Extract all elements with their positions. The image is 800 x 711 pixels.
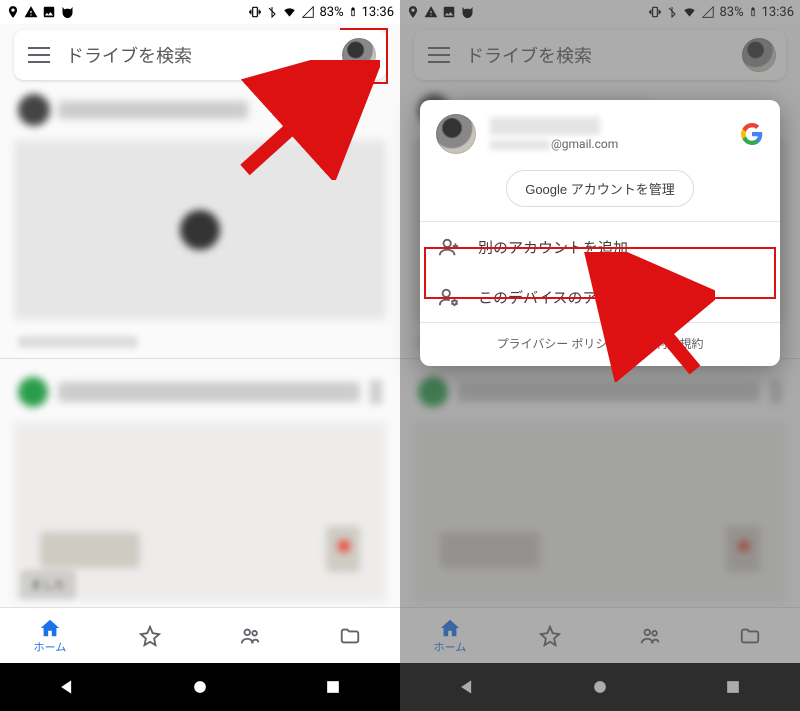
person-settings-icon — [438, 286, 460, 308]
blurred-row — [18, 94, 248, 126]
android-back-button[interactable] — [457, 677, 477, 697]
person-add-icon — [438, 236, 460, 258]
account-avatar[interactable] — [742, 38, 776, 72]
separator-dot: ・ — [631, 335, 643, 352]
cat-icon — [60, 5, 75, 20]
android-nav-bar — [400, 663, 800, 711]
android-status-bar: 83% 13:36 — [0, 0, 400, 24]
bluetooth-icon — [666, 5, 678, 19]
blurred-card — [414, 422, 786, 602]
menu-icon[interactable] — [28, 47, 50, 63]
manage-device-accounts-label: このデバイスのアカウントを管理 — [478, 287, 703, 308]
battery-percent: 83% — [719, 5, 743, 20]
android-home-button[interactable] — [190, 677, 210, 697]
location-icon — [6, 5, 20, 19]
account-switcher-popup: @gmail.com Google アカウントを管理 別のアカウントを追加 この… — [420, 100, 780, 366]
search-input[interactable]: ドライブを検索 — [466, 42, 742, 68]
android-nav-bar — [0, 663, 400, 711]
nav-tab-shared[interactable] — [600, 625, 700, 647]
google-logo-icon — [740, 122, 764, 146]
manage-google-account-button[interactable]: Google アカウントを管理 — [506, 170, 694, 207]
terms-link[interactable]: 利用規約 — [655, 335, 703, 352]
status-left-icons — [406, 5, 475, 20]
privacy-policy-link[interactable]: プライバシー ポリシー — [497, 335, 620, 352]
battery-percent: 83% — [319, 5, 343, 20]
blurred-text — [18, 336, 138, 348]
nav-tab-shared[interactable] — [200, 625, 300, 647]
warning-icon — [24, 5, 38, 19]
image-icon — [42, 5, 56, 19]
email-domain: @gmail.com — [551, 137, 618, 151]
blurred-row — [418, 374, 782, 410]
blurred-card — [14, 140, 386, 320]
nav-tab-home[interactable]: ホーム — [400, 617, 500, 655]
bottom-nav-bar: ホーム — [0, 607, 400, 663]
bluetooth-icon — [266, 5, 278, 19]
menu-icon[interactable] — [428, 47, 450, 63]
account-email: @gmail.com — [490, 137, 726, 151]
location-icon — [406, 5, 420, 19]
nav-tab-starred[interactable] — [500, 625, 600, 647]
drive-home-content: ました — [0, 86, 400, 607]
popup-current-account[interactable]: @gmail.com — [420, 100, 780, 164]
add-another-account-item[interactable]: 別のアカウントを追加 — [420, 222, 780, 272]
android-back-button[interactable] — [57, 677, 77, 697]
wifi-icon — [682, 5, 697, 19]
wifi-icon — [282, 5, 297, 19]
popup-footer-links: プライバシー ポリシー ・ 利用規約 — [420, 323, 780, 360]
account-avatar — [436, 114, 476, 154]
search-appbar: ドライブを検索 — [414, 30, 786, 80]
search-appbar: ドライブを検索 — [14, 30, 386, 80]
account-avatar[interactable] — [342, 38, 376, 72]
battery-icon — [748, 4, 758, 20]
nav-tab-home[interactable]: ホーム — [0, 617, 100, 655]
clock: 13:36 — [362, 5, 394, 20]
clock: 13:36 — [762, 5, 794, 20]
search-input[interactable]: ドライブを検索 — [66, 42, 342, 68]
android-overview-button[interactable] — [723, 677, 743, 697]
bottom-nav-bar: ホーム — [400, 607, 800, 663]
blurred-row — [18, 374, 382, 410]
cat-icon — [460, 5, 475, 20]
android-overview-button[interactable] — [323, 677, 343, 697]
battery-icon — [348, 4, 358, 20]
nav-tab-files[interactable] — [700, 625, 800, 647]
android-status-bar: 83% 13:36 — [400, 0, 800, 24]
snackbar: ました — [20, 570, 76, 599]
manage-device-accounts-item[interactable]: このデバイスのアカウントを管理 — [420, 272, 780, 322]
email-local-blurred — [490, 140, 550, 150]
signal-icon — [301, 5, 315, 19]
status-right-icons: 83% 13:36 — [248, 4, 394, 20]
nav-tab-starred[interactable] — [100, 625, 200, 647]
signal-icon — [701, 5, 715, 19]
image-icon — [442, 5, 456, 19]
vibrate-icon — [248, 5, 262, 19]
nav-tab-label: ホーム — [434, 639, 467, 655]
add-account-label: 別のアカウントを追加 — [478, 237, 628, 258]
status-left-icons — [6, 5, 75, 20]
divider — [0, 358, 400, 359]
vibrate-icon — [648, 5, 662, 19]
warning-icon — [424, 5, 438, 19]
status-right-icons: 83% 13:36 — [648, 4, 794, 20]
android-home-button[interactable] — [590, 677, 610, 697]
account-display-name-blurred — [490, 117, 600, 135]
nav-tab-files[interactable] — [300, 625, 400, 647]
nav-tab-label: ホーム — [34, 639, 67, 655]
